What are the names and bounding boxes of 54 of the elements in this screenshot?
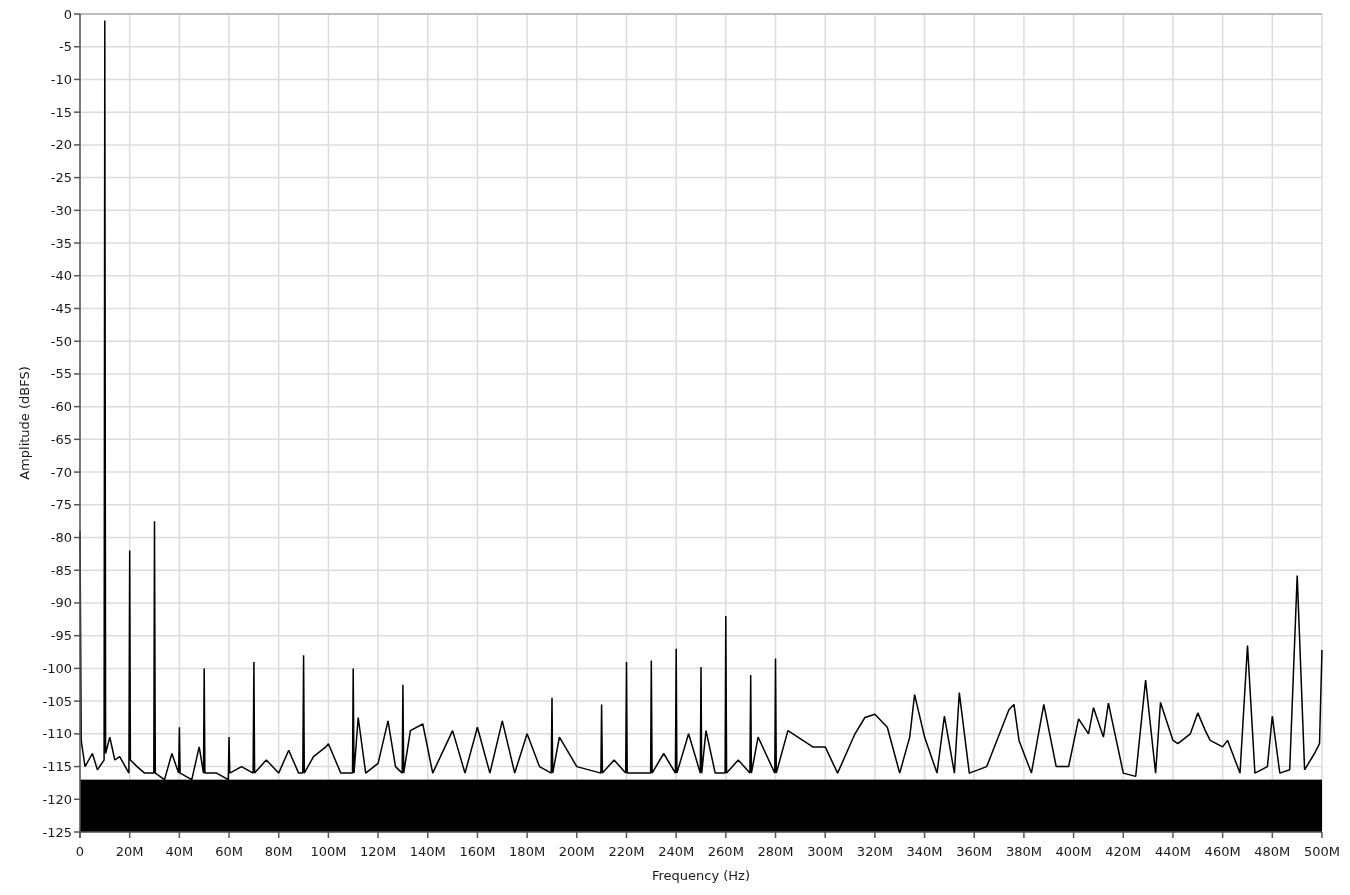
x-tick-label: 480M [1254, 844, 1291, 859]
y-tick-label: -5 [59, 39, 72, 55]
x-tick-label: 160M [459, 844, 496, 859]
y-tick-label: -50 [50, 333, 72, 349]
y-tick-label: -75 [50, 497, 72, 513]
x-tick-label: 40M [165, 844, 194, 859]
y-tick-label: -55 [50, 366, 72, 382]
x-tick-label: 420M [1105, 844, 1142, 859]
y-tick-label: -60 [50, 399, 72, 415]
x-tick-label: 360M [956, 844, 993, 859]
y-tick-label: -115 [42, 759, 72, 775]
x-tick-label: 120M [360, 844, 397, 859]
x-tick-label: 180M [509, 844, 546, 859]
y-tick-label: 0 [63, 6, 72, 22]
y-tick-label: -110 [42, 726, 72, 742]
y-tick-label: -105 [42, 693, 72, 709]
y-tick-label: -10 [50, 71, 72, 87]
x-tick-label: 320M [856, 844, 893, 859]
x-tick-label: 380M [1005, 844, 1042, 859]
y-tick-label: -85 [50, 562, 72, 578]
x-tick-label: 80M [264, 844, 293, 859]
y-tick-label: -25 [50, 170, 72, 186]
y-tick-label: -100 [42, 660, 72, 676]
x-tick-label: 280M [757, 844, 794, 859]
x-tick-label: 500M [1304, 844, 1340, 859]
y-tick-label: -80 [50, 530, 72, 545]
x-tick-label: 460M [1204, 844, 1241, 859]
x-tick-label: 60M [215, 844, 243, 859]
x-tick-label: 260M [707, 844, 744, 859]
x-tick-label: 0 [75, 844, 85, 859]
y-tick-label: -45 [50, 301, 72, 316]
x-tick-label: 100M [310, 844, 347, 859]
y-axis-title: Amplitude (dBFS) [17, 366, 32, 480]
y-tick-label: -95 [50, 628, 72, 644]
y-tick-label: -15 [50, 104, 72, 120]
x-tick-label: 240M [658, 844, 695, 859]
y-tick-label: -20 [50, 137, 72, 153]
x-tick-label: 20M [115, 844, 144, 859]
y-tick-label: -30 [50, 202, 72, 218]
y-tick-label: -35 [50, 235, 72, 251]
y-tick-label: -120 [42, 791, 72, 807]
x-tick-label: 440M [1154, 844, 1191, 859]
y-tick-label: -40 [50, 268, 72, 284]
x-tick-label: 220M [608, 844, 645, 859]
x-tick-label: 140M [409, 844, 446, 859]
x-tick-label: 200M [558, 844, 595, 859]
x-tick-label: 400M [1055, 844, 1092, 859]
y-tick-label: -65 [50, 431, 72, 447]
y-tick-label: -70 [50, 464, 72, 480]
y-tick-label: -90 [50, 595, 72, 611]
x-tick-label: 300M [807, 844, 844, 859]
x-axis-title: Frequency (Hz) [652, 868, 750, 883]
y-tick-label: -125 [42, 824, 72, 840]
x-tick-label: 340M [906, 844, 943, 859]
